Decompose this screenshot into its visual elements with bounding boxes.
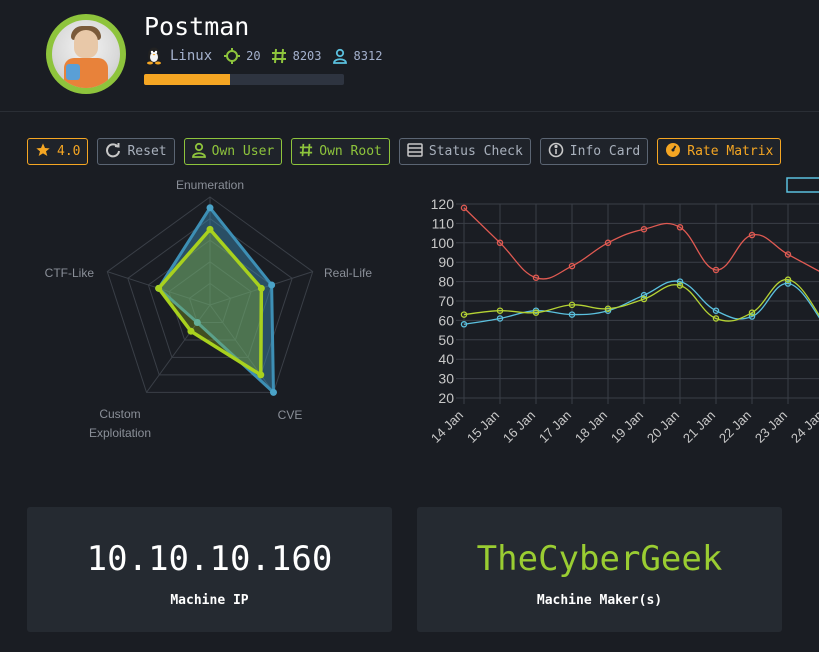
progress-bar (144, 74, 344, 85)
os-label: Linux (170, 48, 213, 64)
x-tick-label: 14 Jan (428, 408, 466, 446)
x-tick-label: 17 Jan (536, 408, 574, 446)
own-user-button[interactable]: Own User (183, 138, 283, 165)
points-value: 20 (246, 49, 261, 63)
avatar (46, 14, 126, 94)
y-tick-label: 120 (431, 196, 455, 212)
rate-matrix-button[interactable]: Rate Matrix (657, 138, 782, 165)
hash-icon (271, 48, 287, 64)
own-root-button[interactable]: Own Root (291, 138, 390, 165)
machine-maker-value[interactable]: TheCyberGeek (417, 539, 782, 579)
radar-axis-label: Exploitation (89, 426, 151, 440)
hash-icon (299, 143, 313, 161)
radar-axis-label: CTF-Like (45, 266, 95, 280)
user-icon (332, 48, 348, 64)
radar-point (268, 281, 276, 289)
linux-penguin-icon (144, 46, 164, 66)
crosshair-icon (224, 48, 241, 64)
machine-ip-card: 10.10.10.160 Machine IP (27, 507, 392, 632)
server-icon (407, 142, 423, 161)
radar-point (269, 388, 277, 396)
line-series-0 (463, 207, 819, 280)
machine-maker-card: TheCyberGeek Machine Maker(s) (417, 507, 782, 632)
star-icon (35, 142, 51, 162)
y-tick-label: 50 (438, 332, 454, 348)
x-tick-label: 24 Jan (788, 408, 819, 446)
y-tick-label: 110 (432, 215, 455, 231)
x-tick-label: 19 Jan (608, 408, 646, 446)
radar-point (155, 284, 163, 292)
line-series-1 (463, 280, 819, 325)
radar-axis-label: Custom (99, 407, 140, 421)
status-check-label: Status Check (428, 144, 523, 159)
x-tick-label: 23 Jan (752, 408, 790, 446)
machine-meta: Linux 20 8203 8312 (144, 46, 386, 66)
rate-matrix-label: Rate Matrix (687, 144, 774, 159)
radar-point (206, 225, 214, 233)
refresh-icon (105, 142, 121, 162)
reset-label: Reset (127, 144, 167, 159)
own-user-label: Own User (211, 144, 275, 159)
radar-point (187, 327, 195, 335)
info-icon (548, 142, 564, 162)
x-tick-label: 18 Jan (572, 408, 610, 446)
machine-title: Postman (144, 12, 250, 41)
status-check-button[interactable]: Status Check (398, 138, 531, 165)
rating-button[interactable]: 4.0 (27, 138, 89, 165)
machine-ip-label: Machine IP (170, 593, 249, 608)
x-tick-label: 15 Jan (464, 408, 502, 446)
reset-button[interactable]: Reset (97, 138, 175, 165)
y-tick-label: 90 (438, 254, 454, 270)
y-tick-label: 70 (438, 293, 454, 309)
y-tick-label: 40 (438, 351, 454, 367)
info-card-button[interactable]: Info Card (539, 138, 649, 165)
legend-box (786, 177, 819, 193)
user-owns-value: 8312 (353, 49, 383, 63)
toolbar: 4.0 Reset Own User Own Root Status Check… (27, 138, 782, 165)
line-chart: 120 110 100 90 80 70 60 50 40 30 20 14 Jan15 Jan16 … (428, 177, 819, 446)
own-root-label: Own Root (319, 144, 382, 159)
user-icon (191, 142, 206, 162)
y-tick-label: 80 (438, 274, 454, 290)
info-card-label: Info Card (569, 144, 641, 159)
x-tick-label: 22 Jan (716, 408, 754, 446)
radar-point (206, 204, 214, 212)
x-tick-label: 21 Jan (680, 408, 718, 446)
radar-axis-label: Enumeration (176, 180, 244, 192)
rating-value: 4.0 (57, 144, 81, 159)
radar-point (257, 284, 265, 292)
gauge-icon (665, 142, 681, 162)
x-tick-label: 16 Jan (500, 408, 538, 446)
radar-axis-label: CVE (278, 408, 303, 422)
x-tick-label: 20 Jan (644, 408, 682, 446)
y-tick-label: 30 (438, 371, 454, 387)
y-tick-label: 20 (438, 390, 454, 406)
radar-axis-label: Real-Life (324, 266, 372, 280)
radar-chart: Enumeration Real-Life CVE Custom Exploitatio… (45, 180, 373, 440)
machine-header: Postman Linux 20 8203 8312 (0, 0, 819, 112)
machine-ip-value[interactable]: 10.10.10.160 (27, 539, 392, 579)
radar-point (257, 371, 265, 379)
y-tick-label: 60 (438, 312, 454, 328)
y-tick-label: 100 (431, 235, 455, 251)
progress-fill (144, 74, 230, 85)
machine-maker-label: Machine Maker(s) (536, 593, 663, 608)
root-owns-value: 8203 (292, 49, 322, 63)
